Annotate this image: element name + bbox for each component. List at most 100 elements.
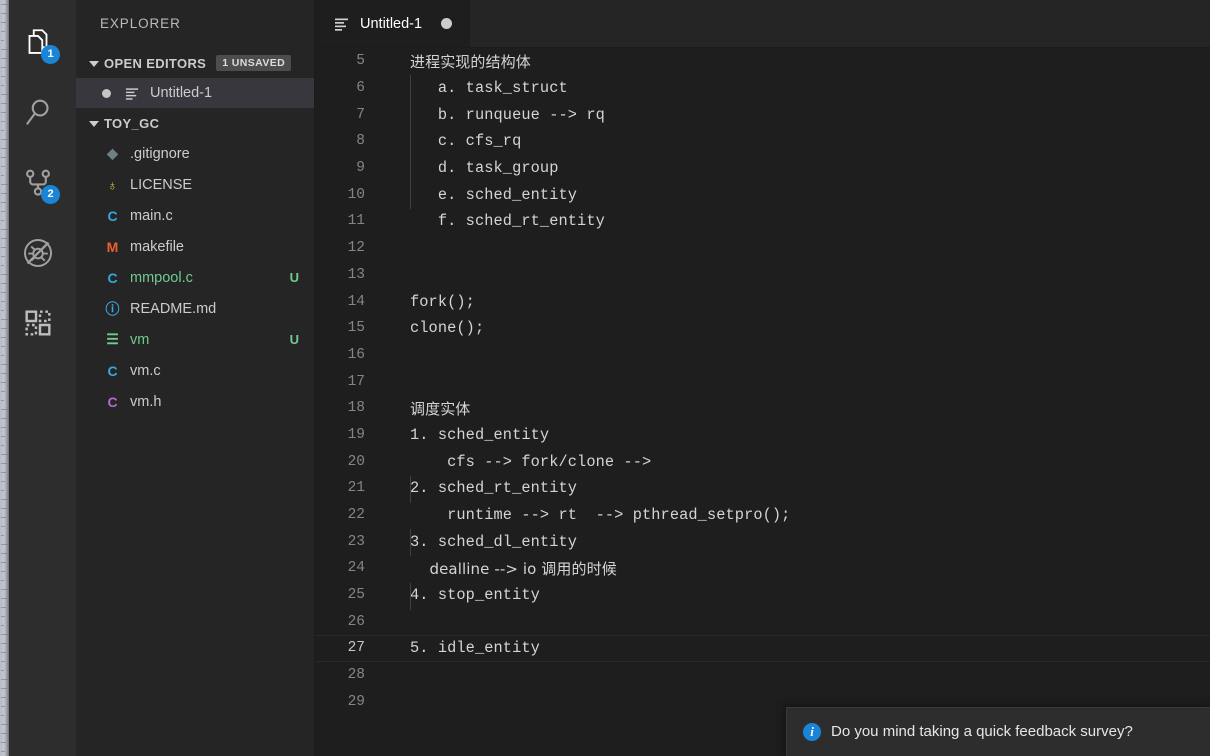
open-editor-item-untitled-1[interactable]: Untitled-1 <box>76 78 315 108</box>
code-line[interactable]: 10 e. sched_entity <box>315 181 1210 208</box>
code-line[interactable]: 11 f. sched_rt_entity <box>315 208 1210 235</box>
code-line[interactable]: 27 5. idle_entity <box>315 635 1210 662</box>
file-tree-item[interactable]: Cmain.c <box>76 200 315 231</box>
file-tree-item[interactable]: Mmakefile <box>76 231 315 262</box>
code-line[interactable]: 18 调度实体 <box>315 395 1210 422</box>
indent-guide <box>410 75 411 182</box>
activity-bar-item-run-and-debug[interactable] <box>0 218 76 288</box>
open-editors-section-header[interactable]: OPEN EDITORS 1 UNSAVED <box>76 48 315 78</box>
activity-bar-item-source-control[interactable]: 2 <box>0 148 76 218</box>
file-tree-item[interactable]: ♁ LICENSE <box>76 169 315 200</box>
code-line[interactable]: 23 3. sched_dl_entity <box>315 528 1210 555</box>
folder-label: TOY_GC <box>104 115 160 131</box>
line-number: 27 <box>347 640 365 657</box>
line-text: f. sched_rt_entity <box>410 212 605 231</box>
explorer-sidebar: EXPLORER OPEN EDITORS 1 UNSAVED Untitled… <box>76 0 315 756</box>
code-line[interactable]: 6 a. task_struct <box>315 75 1210 102</box>
code-line[interactable]: 20 cfs --> fork/clone --> <box>315 448 1210 475</box>
code-line[interactable]: 12 <box>315 235 1210 262</box>
line-number: 23 <box>347 533 365 550</box>
file-tree-item[interactable]: Cmmpool.c U <box>76 262 315 293</box>
file-name: vm.c <box>130 362 161 379</box>
file-tree-item[interactable]: Cvm.h <box>76 386 315 417</box>
line-number: 26 <box>347 613 365 630</box>
code-line[interactable]: 19 1. sched_entity <box>315 422 1210 449</box>
open-editor-label: Untitled-1 <box>150 85 213 101</box>
code-line[interactable]: 24 dealline --> io 调用的时候 <box>315 555 1210 582</box>
run-debug-icon <box>21 236 55 270</box>
indent-guide <box>410 583 411 610</box>
folder-section-header[interactable]: TOY_GC <box>76 108 315 138</box>
code-line[interactable]: 13 <box>315 262 1210 289</box>
code-line[interactable]: 21 2. sched_rt_entity <box>315 475 1210 502</box>
h-file-icon: C <box>107 393 118 410</box>
line-text: 5. idle_entity <box>410 639 540 658</box>
line-text: 4. stop_entity <box>410 586 540 605</box>
line-text: 调度实体 <box>410 399 471 418</box>
line-number: 29 <box>347 693 365 710</box>
info-icon: i <box>803 723 821 741</box>
indent-guide <box>410 182 411 209</box>
file-name: main.c <box>130 207 173 224</box>
activity-bar-item-explorer[interactable]: 1 <box>0 8 76 78</box>
code-line[interactable]: 14 fork(); <box>315 288 1210 315</box>
line-text: 2. sched_rt_entity <box>410 479 578 498</box>
file-name: LICENSE <box>130 176 193 193</box>
file-tree-item[interactable]: ◆ .gitignore <box>76 138 315 169</box>
text-file-icon <box>124 86 141 101</box>
file-tree-item[interactable]: Cvm.c <box>76 355 315 386</box>
unsaved-count-badge: 1 UNSAVED <box>216 55 292 71</box>
file-tree: ◆ .gitignore ♁ LICENSE Cmain.c Mmakefile Cmmpo… <box>76 138 315 417</box>
code-line[interactable]: 25 4. stop_entity <box>315 582 1210 609</box>
file-tree-item[interactable]: ⓘ README.md <box>76 293 315 324</box>
code-editor[interactable]: 5 进程实现的结构体 6 a. task_struct 7 b. runqueue -… <box>315 48 1210 756</box>
activity-bar-item-extensions[interactable] <box>0 288 76 358</box>
code-line[interactable]: 15 clone(); <box>315 315 1210 342</box>
code-line[interactable]: 26 <box>315 608 1210 635</box>
line-text: cfs --> fork/clone --> <box>410 452 652 471</box>
line-number: 22 <box>347 507 365 524</box>
line-number: 6 <box>356 80 365 97</box>
editor-area: Untitled-1 5 进程实现的结构体 6 a. task_struct 7 b.… <box>315 0 1210 756</box>
line-number: 10 <box>347 186 365 203</box>
file-name: README.md <box>130 300 217 317</box>
line-text: 3. sched_dl_entity <box>410 532 578 551</box>
file-tree-item[interactable]: ☰ vm U <box>76 324 315 355</box>
line-number: 24 <box>347 560 365 577</box>
editor-tab-bar: Untitled-1 <box>315 0 1210 48</box>
code-line[interactable]: 16 <box>315 342 1210 369</box>
code-line[interactable]: 8 c. cfs_rq <box>315 128 1210 155</box>
line-text: e. sched_entity <box>410 185 578 204</box>
sidebar-title: EXPLORER <box>100 16 181 31</box>
line-number: 14 <box>347 293 365 310</box>
code-line[interactable]: 17 <box>315 368 1210 395</box>
c-file-icon: C <box>107 362 118 379</box>
file-name: makefile <box>130 238 184 255</box>
line-text: dealline --> io 调用的时候 <box>410 559 617 578</box>
open-editors-label: OPEN EDITORS <box>104 55 207 71</box>
code-line[interactable]: 28 <box>315 662 1210 689</box>
notification-message: Do you mind taking a quick feedback surv… <box>831 723 1133 740</box>
tab-dirty-indicator[interactable] <box>441 18 453 29</box>
code-line[interactable]: 5 进程实现的结构体 <box>315 48 1210 75</box>
code-line[interactable]: 9 d. task_group <box>315 155 1210 182</box>
line-number: 17 <box>347 373 365 390</box>
code-line[interactable]: 7 b. runqueue --> rq <box>315 101 1210 128</box>
tab-label: Untitled-1 <box>360 15 423 32</box>
notification-toast[interactable]: i Do you mind taking a quick feedback su… <box>786 707 1210 756</box>
line-number: 19 <box>347 426 365 443</box>
activity-bar-item-search[interactable] <box>0 78 76 148</box>
code-line[interactable]: 22 runtime --> rt --> pthread_setpro(); <box>315 502 1210 529</box>
tab-untitled-1[interactable]: Untitled-1 <box>315 0 472 47</box>
info-icon: ⓘ <box>105 300 120 317</box>
line-text: 进程实现的结构体 <box>410 52 531 71</box>
line-number: 15 <box>347 320 365 337</box>
file-name: .gitignore <box>130 145 190 162</box>
unsaved-dot-icon[interactable] <box>102 88 111 98</box>
license-icon: ♁ <box>107 176 118 193</box>
line-text: c. cfs_rq <box>410 132 522 151</box>
code-lines: 5 进程实现的结构体 6 a. task_struct 7 b. runqueue -… <box>315 48 1210 715</box>
source-control-badge: 2 <box>41 185 60 204</box>
line-number: 21 <box>347 480 365 497</box>
line-text: fork(); <box>410 292 475 311</box>
